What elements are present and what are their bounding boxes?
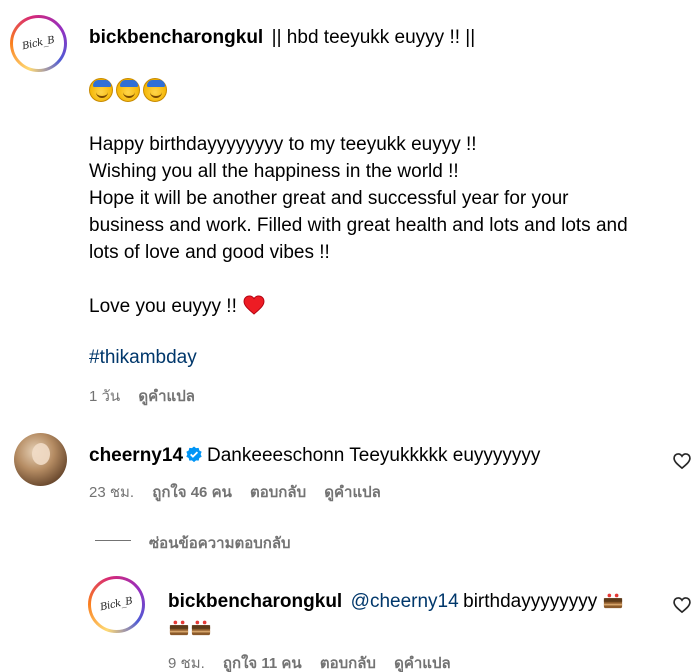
post-time: 1 วัน	[89, 388, 121, 405]
hide-replies-line	[95, 540, 131, 541]
caption-line: Wishing you all the happiness in the wor…	[89, 161, 459, 182]
caption-line: lots of love and good vibes !!	[89, 242, 330, 263]
red-heart-icon	[243, 295, 265, 315]
reply-likes-button[interactable]: ถูกใจ 11 คน	[223, 655, 302, 672]
caption-line: business and work. Filled with great hea…	[89, 215, 628, 236]
reply-meta: 9 ชม. ถูกใจ 11 คน ตอบกลับ ดูคำแปล	[168, 651, 465, 672]
reply-username[interactable]: bickbencharongkul	[168, 591, 342, 612]
post-avatar[interactable]: Bick_B	[10, 15, 67, 72]
smiling-face-emoji-icon	[143, 78, 167, 102]
comment-reply-button[interactable]: ตอบกลับ	[250, 484, 306, 501]
comment-meta: 23 ชม. ถูกใจ 46 คน ตอบกลับ ดูคำแปล	[89, 480, 395, 504]
post-translate-button[interactable]: ดูคำแปล	[138, 388, 195, 405]
comment-time: 23 ชม.	[89, 484, 135, 501]
cake-emoji-icon	[603, 593, 622, 609]
cake-emoji-icon	[191, 620, 211, 636]
post-title-text: || hbd teeyukk euyyy !! ||	[271, 27, 476, 48]
smiling-face-emoji-icon	[89, 78, 113, 102]
post-username[interactable]: bickbencharongkul	[89, 27, 263, 48]
post-meta: 1 วัน ดูคำแปล	[89, 384, 209, 408]
reply-time: 9 ชม.	[168, 655, 205, 672]
like-heart-icon[interactable]	[672, 595, 692, 615]
reply-body: bickbencharongkul @cheerny14 birthdayyyy…	[168, 588, 658, 643]
reply-mention-link[interactable]: @cheerny14	[351, 591, 459, 612]
caption-header: bickbencharongkul || hbd teeyukk euyyy !…	[89, 24, 679, 51]
emoji-row	[89, 78, 167, 102]
reply-text: birthdayyyyyyyy	[463, 591, 598, 612]
avatar-logo-text: Bick_B	[99, 595, 134, 614]
hide-replies-button[interactable]: ซ่อนข้อความตอบกลับ	[149, 531, 291, 555]
commenter-avatar[interactable]	[14, 433, 67, 486]
love-line-text: Love you euyyy !!	[89, 296, 237, 317]
caption-line: Happy birthdayyyyyyyy to my teeyukk euyy…	[89, 134, 477, 155]
comment-translate-button[interactable]: ดูคำแปล	[324, 484, 381, 501]
comment-body: cheerny14 Dankeeeschonn Teeyukkkkk euyyyy…	[89, 442, 659, 469]
love-line: Love you euyyy !!	[89, 293, 265, 320]
caption-line: Hope it will be another great and succes…	[89, 188, 569, 209]
comment-likes-button[interactable]: ถูกใจ 46 คน	[152, 484, 232, 501]
like-heart-icon[interactable]	[672, 451, 692, 471]
reply-avatar[interactable]: Bick_B	[88, 576, 145, 633]
reply-reply-button[interactable]: ตอบกลับ	[320, 655, 376, 672]
comment-username[interactable]: cheerny14	[89, 445, 183, 466]
hashtag-link[interactable]: #thikambday	[89, 347, 197, 369]
smiling-face-emoji-icon	[116, 78, 140, 102]
comment-text: Dankeeeschonn Teeyukkkkk euyyyyyyy	[207, 445, 541, 466]
verified-badge-icon	[186, 446, 202, 463]
cake-emoji-icon	[169, 620, 189, 636]
reply-translate-button[interactable]: ดูคำแปล	[394, 655, 451, 672]
avatar-logo-text: Bick_B	[21, 34, 56, 53]
